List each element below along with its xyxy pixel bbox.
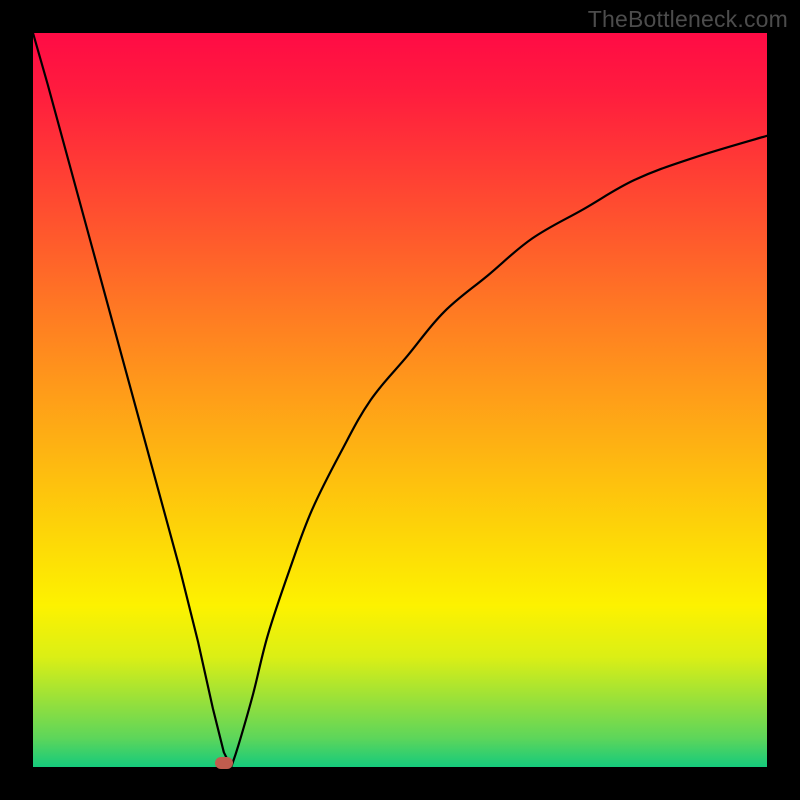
curve-svg xyxy=(33,33,767,767)
curve-left-branch xyxy=(33,33,231,767)
bottleneck-marker xyxy=(215,757,233,769)
plot-area xyxy=(33,33,767,767)
chart-frame: TheBottleneck.com xyxy=(0,0,800,800)
curve-right-branch xyxy=(231,136,767,767)
watermark-text: TheBottleneck.com xyxy=(588,6,788,33)
